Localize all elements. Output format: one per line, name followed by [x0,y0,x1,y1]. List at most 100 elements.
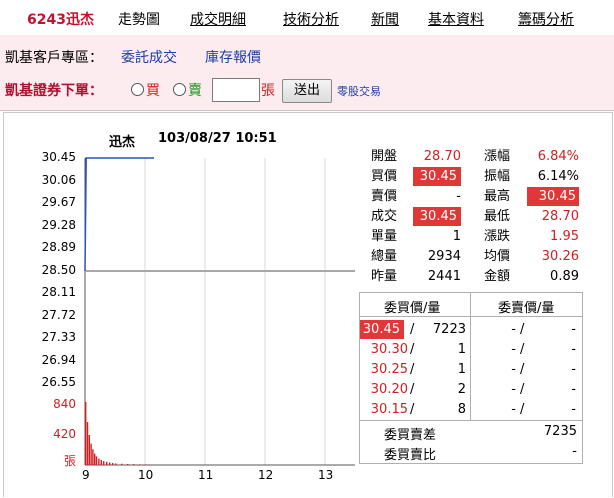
quote-label: 振幅 [484,169,511,184]
volume-bar [115,463,117,465]
quote-value: 30.45 [413,167,461,186]
time-tick-label: 13 [318,468,334,482]
quote-value: 28.70 [423,149,461,164]
chart-grid [84,158,355,466]
price-tick-label: 27.72 [41,307,76,322]
book-top-border [359,292,583,293]
quote-value: 6.14% [537,169,579,184]
volume-bar [103,461,105,465]
ask-quantity: - [571,402,576,417]
price-tick-label: 29.67 [41,195,76,210]
bid-quantity: 1 [457,342,466,357]
quote-label: 賣價 [371,189,398,204]
time-tick-label: 12 [258,468,274,482]
price-tick-label: 27.33 [41,330,76,345]
bid-price: 30.30 [370,342,408,357]
bid-separator: / [410,362,415,377]
bid-header: 委買價/量 [384,301,441,316]
price-tick-label: 26.94 [41,352,76,367]
bid-price: 30.45 [360,320,404,339]
quote-value: 1 [452,229,461,244]
volume-bar [94,453,96,465]
volume-unit-label: 張 [63,454,76,468]
quote-value: 30.26 [541,249,579,264]
ask-price: - [511,382,516,397]
volume-tick-label: 840 [53,397,76,411]
quote-label: 總量 [371,249,398,264]
quote-label: 漲幅 [484,149,511,164]
bid-separator: / [410,402,415,417]
volume-bar [106,461,108,465]
ratio-value: - [572,444,577,459]
ask-quantity: - [571,382,576,397]
bid-quantity: 1 [457,362,466,377]
price-tick-label: 30.45 [41,150,76,164]
quote-value: - [456,189,461,204]
quote-label: 成交 [371,209,398,224]
book-rows-border [359,420,583,421]
bid-price: 30.20 [370,382,408,397]
quote-label: 最高 [484,189,511,204]
ask-quantity: - [571,322,576,337]
volume-bar [133,464,135,465]
ask-separator: / [520,342,525,357]
time-tick-label: 11 [198,468,214,482]
quote-value: 0.89 [550,269,579,284]
price-tick-label: 26.55 [41,375,76,389]
bid-separator: / [410,382,415,397]
volume-bar [95,456,98,465]
volume-bar [127,464,129,465]
ask-quantity: - [571,362,576,377]
volume-bar [112,463,114,465]
volume-bar [85,402,87,465]
ask-price: - [511,362,516,377]
ask-separator: / [520,382,525,397]
ratio-label: 委買賣比 [384,448,437,463]
bid-price: 30.25 [370,362,408,377]
ask-separator: / [520,322,525,337]
spread-value: 7235 [543,424,577,439]
volume-bar [92,449,94,465]
ask-separator: / [520,402,525,417]
bid-quantity: 8 [457,402,466,417]
quote-label: 昨量 [371,269,398,284]
book-header-border [359,316,583,317]
price-tick-label: 28.50 [41,263,76,277]
time-tick-label: 9 [82,468,90,482]
bid-price: 30.15 [370,402,408,417]
volume-bar [145,464,147,465]
quote-label: 買價 [371,169,398,184]
ask-quantity: - [571,342,576,357]
quote-value: 1.95 [550,229,579,244]
volume-bar [90,443,92,465]
bid-quantity: 2 [457,382,466,397]
volume-bar [98,458,100,465]
price-line-group [84,157,154,272]
quote-label: 漲跌 [484,229,511,244]
volume-bars-group [85,402,153,465]
book-right-border [582,292,583,464]
volume-bar [100,460,102,465]
quote-value: 30.45 [413,207,461,226]
price-tick-label: 29.28 [41,217,76,232]
bid-separator: / [410,342,415,357]
price-tick-label: 28.11 [41,285,76,300]
quote-value: 2934 [427,249,461,264]
quote-label: 均價 [484,249,511,264]
quote-value: 30.45 [527,187,579,206]
volume-bar [139,464,141,465]
quote-label: 開盤 [371,149,398,164]
price-tick-label: 28.89 [41,240,76,255]
ask-header: 委賣價/量 [498,301,555,316]
bid-separator: / [410,322,415,337]
volume-tick-label: 420 [53,427,76,441]
book-bottom-border [359,463,583,464]
quote-value: 2441 [427,269,461,284]
volume-bar [86,422,89,465]
time-tick-label: 10 [138,468,154,482]
ask-price: - [511,402,516,417]
quote-value: 6.84% [537,149,579,164]
ask-price: - [511,322,516,337]
spread-label: 委買賣差 [384,428,437,443]
volume-bar [88,435,90,465]
